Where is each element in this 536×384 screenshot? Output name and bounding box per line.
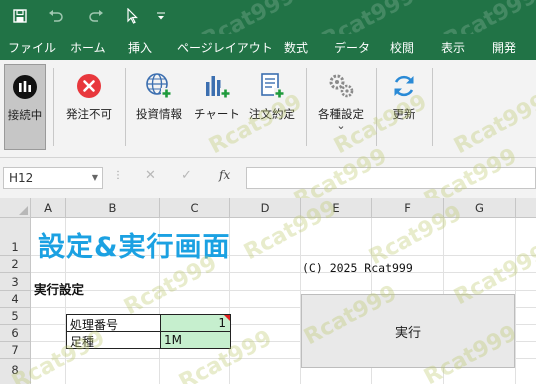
ribbon-separator xyxy=(306,68,307,146)
row-header-4[interactable]: 4 xyxy=(0,291,31,308)
investment-info-button[interactable]: 投資情報 xyxy=(131,64,187,150)
document-add-icon xyxy=(258,72,286,100)
comment-indicator-icon xyxy=(224,315,230,321)
bar-type-label: 足種 xyxy=(66,331,161,349)
menu-formulas[interactable]: 数式 xyxy=(284,39,308,56)
menu-file[interactable]: ファイル xyxy=(8,39,56,56)
customize-icon[interactable] xyxy=(149,4,173,28)
ribbon-separator xyxy=(432,68,433,146)
ribbon-separator xyxy=(376,68,377,146)
gridline xyxy=(31,290,536,291)
refresh-label: 更新 xyxy=(392,107,416,121)
cancel-icon[interactable]: ✕ xyxy=(145,168,156,183)
copyright-text: (C) 2025 Rcat999 xyxy=(302,261,413,275)
name-box-value: H12 xyxy=(9,171,34,185)
title-bar: Rcat999 Rcat999 Rcat999 xyxy=(0,0,536,53)
column-header-g[interactable]: G xyxy=(444,198,516,218)
select-all-button[interactable] xyxy=(0,198,31,218)
chart-label: チャート xyxy=(194,107,240,121)
no-order-label: 発注不可 xyxy=(66,107,112,121)
menu-page-layout[interactable]: ページレイアウト xyxy=(177,39,273,56)
run-button-label: 実行 xyxy=(394,325,421,341)
connected-button[interactable]: 接続中 xyxy=(4,64,46,150)
row-header-5[interactable]: 5 xyxy=(0,308,31,325)
menu-bar: ファイル ホーム 挿入 ページレイアウト 数式 データ 校閲 表示 開発 xyxy=(0,34,536,60)
undo-icon[interactable] xyxy=(44,4,68,28)
chart-button[interactable]: チャート xyxy=(193,64,241,150)
insert-function-icon[interactable]: fx xyxy=(219,168,230,182)
name-box[interactable]: H12 ▼ xyxy=(3,167,103,189)
error-circle-icon xyxy=(75,72,103,100)
cursor-icon[interactable] xyxy=(121,4,145,28)
sheet-title: 設定&実行画面 xyxy=(38,232,231,263)
bar-type-value: 1M xyxy=(164,333,182,347)
column-header-overflow[interactable] xyxy=(516,198,536,218)
no-order-button[interactable]: 発注不可 xyxy=(60,64,118,150)
column-header-b[interactable]: B xyxy=(66,198,160,218)
gridline xyxy=(31,272,536,273)
row-header-3[interactable]: 3 xyxy=(0,273,31,291)
execution-settings-label: 実行設定 xyxy=(34,282,85,297)
menu-data[interactable]: データ xyxy=(334,39,370,56)
globe-add-icon xyxy=(145,72,173,100)
chevron-down-icon: ⌄ xyxy=(336,119,346,132)
order-execution-button[interactable]: 注文約定 xyxy=(244,64,300,150)
process-number-cell[interactable]: 1 xyxy=(160,314,231,332)
spreadsheet-grid: A B C D E F G 1 2 3 4 5 6 7 8 設定&実行画面 (C… xyxy=(0,196,536,384)
row-header-8[interactable]: 8 xyxy=(0,359,31,384)
row-header-2[interactable]: 2 xyxy=(0,256,31,273)
menu-developer[interactable]: 開発 xyxy=(492,39,516,56)
settings-button[interactable]: 各種設定 ⌄ xyxy=(312,64,370,150)
column-header-e[interactable]: E xyxy=(301,198,372,218)
menu-review[interactable]: 校閲 xyxy=(390,39,414,56)
formula-bar: H12 ▼ ⋮ ✕ ✓ fx Rcat999 Rcat999 xyxy=(0,144,536,213)
column-header-c[interactable]: C xyxy=(160,198,230,218)
ribbon-separator xyxy=(125,68,126,146)
chart-add-icon xyxy=(203,72,231,100)
row-header-7[interactable]: 7 xyxy=(0,342,31,359)
bar-type-cell[interactable]: 1M xyxy=(160,331,231,349)
redo-icon[interactable] xyxy=(84,4,108,28)
connected-label: 接続中 xyxy=(7,108,43,122)
ribbon-separator xyxy=(53,68,54,146)
refresh-button[interactable]: 更新 xyxy=(384,64,424,150)
column-header-a[interactable]: A xyxy=(31,198,66,218)
process-number-label: 処理番号 xyxy=(66,314,161,332)
resize-handle-icon[interactable]: ⋮ xyxy=(113,170,123,181)
run-button[interactable]: 実行 xyxy=(301,294,515,368)
row-header-6[interactable]: 6 xyxy=(0,325,31,342)
save-icon[interactable] xyxy=(8,4,32,28)
column-header-d[interactable]: D xyxy=(230,198,301,218)
connection-status-icon xyxy=(11,73,39,101)
row-header-1[interactable]: 1 xyxy=(0,218,31,256)
investment-info-label: 投資情報 xyxy=(136,107,182,121)
formula-input[interactable] xyxy=(246,167,536,189)
menu-view[interactable]: 表示 xyxy=(441,39,465,56)
column-header-f[interactable]: F xyxy=(372,198,444,218)
order-execution-label: 注文約定 xyxy=(249,107,295,121)
ribbon: 接続中 発注不可 投資情報 チャート 注文約定 各種設定 ⌄ 更新 Rcat99… xyxy=(0,60,536,160)
enter-icon[interactable]: ✓ xyxy=(181,168,192,183)
watermark-text: Rcat999 xyxy=(450,89,536,160)
menu-home[interactable]: ホーム xyxy=(70,39,106,56)
refresh-icon xyxy=(390,72,418,100)
gridline xyxy=(515,218,516,384)
gear-icon xyxy=(327,72,355,100)
chevron-down-icon[interactable]: ▼ xyxy=(92,173,98,182)
menu-insert[interactable]: 挿入 xyxy=(128,39,152,56)
